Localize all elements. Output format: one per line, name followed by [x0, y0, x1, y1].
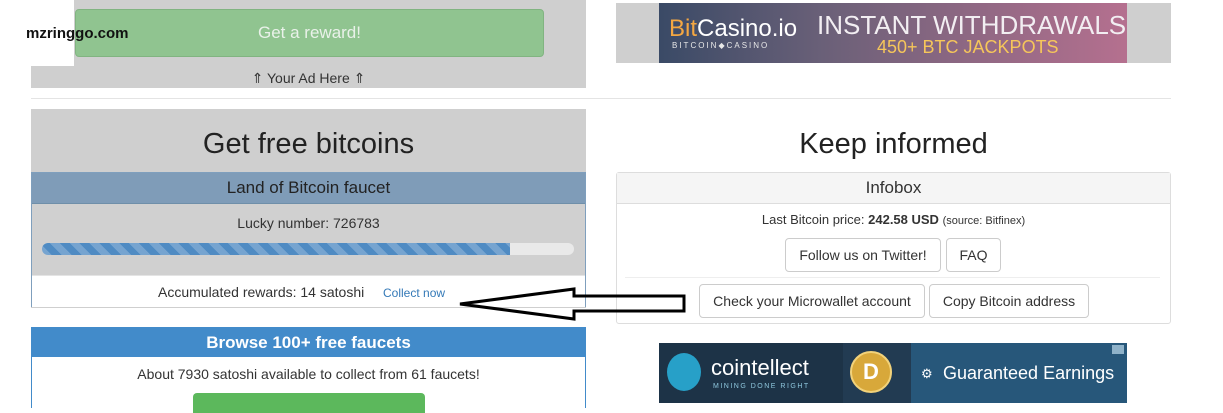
left-arrow-annotation-icon — [459, 287, 686, 321]
